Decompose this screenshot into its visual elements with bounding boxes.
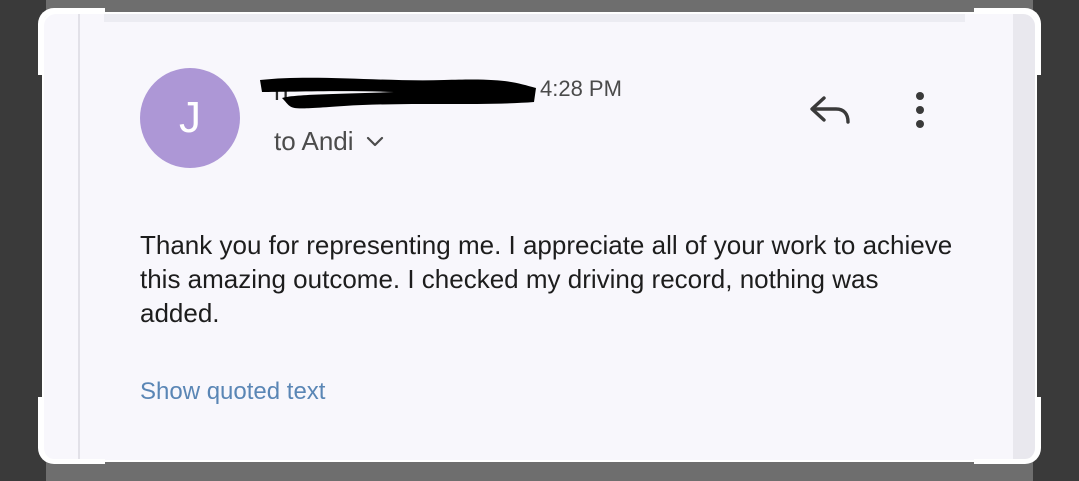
show-quoted-text-link[interactable]: Show quoted text <box>140 378 325 406</box>
recipient-label: to Andi <box>274 126 354 156</box>
sent-time: 4:28 PM <box>540 76 622 101</box>
crop-handle-bottom-left[interactable] <box>38 397 105 464</box>
card-top-band <box>104 14 965 22</box>
chevron-down-icon <box>366 136 383 146</box>
crop-handle-bottom-right[interactable] <box>974 397 1041 464</box>
crop-handle-top-right[interactable] <box>974 8 1041 75</box>
redaction-scribble <box>260 77 536 109</box>
bottom-background-strip <box>46 459 1033 481</box>
more-vert-icon[interactable] <box>900 86 940 134</box>
email-card: J n 4:28 PM to Andi Thank you for repres… <box>42 12 1037 462</box>
message-body: Thank you for representing me. I appreci… <box>140 230 953 328</box>
crop-handle-top-left[interactable] <box>38 8 105 75</box>
card-right-band <box>1013 14 1035 460</box>
reply-icon[interactable] <box>806 88 856 132</box>
recipient-toggle[interactable]: to Andi <box>274 126 384 157</box>
sender-row: n 4:28 PM <box>254 72 674 112</box>
sender-avatar[interactable]: J <box>140 68 240 168</box>
card-left-line <box>78 14 80 460</box>
